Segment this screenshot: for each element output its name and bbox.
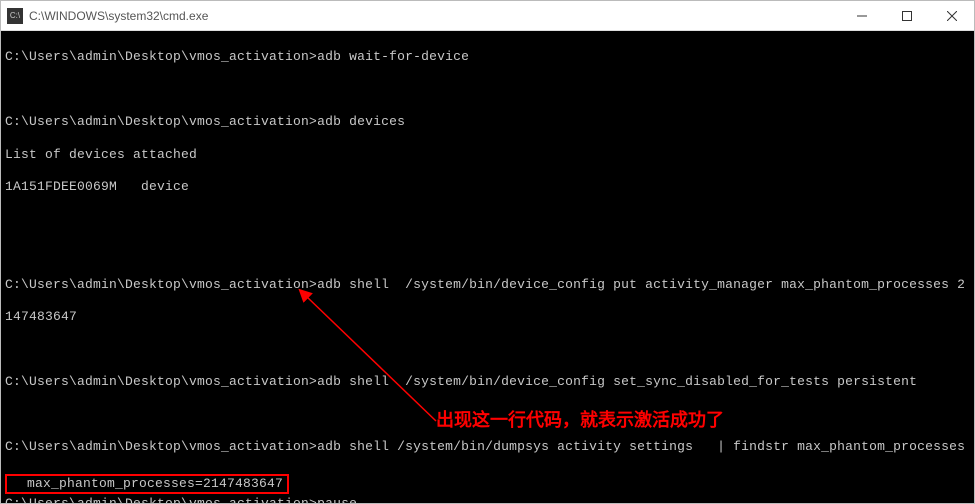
terminal-line: 147483647 [5, 309, 970, 325]
terminal-line: C:\Users\admin\Desktop\vmos_activation>p… [5, 496, 970, 503]
cmd-window: C:\ C:\WINDOWS\system32\cmd.exe C:\Users… [0, 0, 975, 504]
terminal-line: C:\Users\admin\Desktop\vmos_activation>a… [5, 374, 970, 390]
terminal-line [5, 212, 970, 228]
close-button[interactable] [929, 1, 974, 30]
terminal-line [5, 82, 970, 98]
cmd-icon: C:\ [7, 8, 23, 24]
terminal-line: max_phantom_processes=2147483647 [11, 476, 283, 492]
window-title: C:\WINDOWS\system32\cmd.exe [29, 9, 839, 23]
terminal-line: C:\Users\admin\Desktop\vmos_activation>a… [5, 277, 970, 293]
annotation-text: 出现这一行代码，就表示激活成功了 [436, 409, 724, 432]
terminal-line: C:\Users\admin\Desktop\vmos_activation>a… [5, 49, 970, 65]
terminal-line: C:\Users\admin\Desktop\vmos_activation>a… [5, 439, 970, 455]
terminal-content[interactable]: C:\Users\admin\Desktop\vmos_activation>a… [1, 31, 974, 503]
terminal-line: 1A151FDEE0069M device [5, 179, 970, 195]
terminal-line: C:\Users\admin\Desktop\vmos_activation>a… [5, 114, 970, 130]
minimize-button[interactable] [839, 1, 884, 30]
maximize-button[interactable] [884, 1, 929, 30]
highlighted-output: max_phantom_processes=2147483647 [5, 474, 289, 494]
terminal-line [5, 342, 970, 358]
titlebar[interactable]: C:\ C:\WINDOWS\system32\cmd.exe [1, 1, 974, 31]
terminal-line [5, 244, 970, 260]
terminal-line: List of devices attached [5, 147, 970, 163]
